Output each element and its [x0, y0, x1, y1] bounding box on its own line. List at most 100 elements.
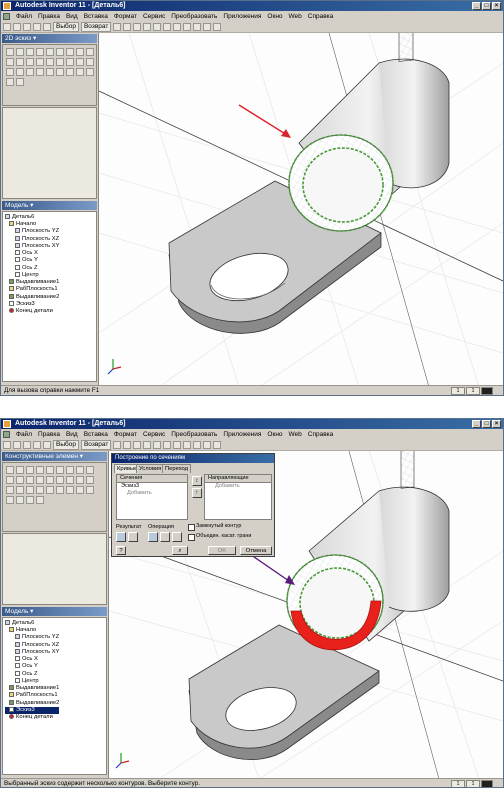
surface-result-button[interactable]	[128, 532, 138, 542]
help-icon[interactable]	[213, 22, 222, 31]
ucs-icon[interactable]	[46, 486, 54, 494]
new-icon[interactable]	[3, 22, 11, 31]
zoom-icon[interactable]	[133, 440, 142, 449]
work-point-icon[interactable]	[36, 486, 44, 494]
sections-toolbar-button[interactable]: ↑	[192, 488, 202, 498]
look-at-icon[interactable]	[173, 440, 182, 449]
rib-icon[interactable]	[46, 466, 54, 474]
menu-insert[interactable]: Вставка	[84, 13, 108, 20]
mirror-feature-icon[interactable]	[6, 486, 14, 494]
menu-format[interactable]: Формат	[114, 431, 137, 438]
sweep-icon[interactable]	[66, 466, 74, 474]
parameters-icon[interactable]	[76, 486, 84, 494]
rectangle-icon[interactable]	[36, 48, 44, 56]
sketch-profile-inner[interactable]	[302, 147, 384, 223]
insert-image-icon[interactable]	[26, 68, 34, 76]
return-button[interactable]: Возврат	[80, 21, 112, 32]
menu-format[interactable]: Формат	[114, 13, 137, 20]
rotate-icon[interactable]	[163, 22, 172, 31]
rotate-icon[interactable]	[163, 440, 172, 449]
rails-add[interactable]: Добавить	[205, 483, 271, 490]
hole-icon[interactable]	[26, 466, 34, 474]
pan-icon[interactable]	[143, 440, 152, 449]
tree-item[interactable]: Эскиз3	[5, 300, 59, 308]
replace-face-icon[interactable]	[26, 496, 34, 504]
face-draft-icon[interactable]	[26, 476, 34, 484]
trim-icon[interactable]	[36, 58, 44, 66]
table-icon[interactable]	[86, 68, 94, 76]
emboss-icon[interactable]	[76, 466, 84, 474]
menu-help[interactable]: Справка	[308, 13, 334, 20]
menu-convert[interactable]: Преобразовать	[171, 13, 217, 20]
update-icon[interactable]	[123, 22, 132, 31]
coil-icon[interactable]	[56, 476, 64, 484]
constraint-icon[interactable]	[66, 58, 74, 66]
fillet-icon[interactable]	[6, 476, 14, 484]
undo-icon[interactable]	[33, 22, 41, 31]
redo-icon[interactable]	[43, 440, 51, 449]
update-icon[interactable]	[123, 440, 132, 449]
tree-item[interactable]: Деталь6	[5, 620, 59, 627]
solid-result-button[interactable]	[116, 532, 126, 542]
tree-item[interactable]: Ось Y	[5, 663, 59, 670]
import-points-icon[interactable]	[36, 68, 44, 76]
tab-conditions[interactable]: Условия	[136, 464, 165, 473]
shadow-icon[interactable]	[193, 440, 202, 449]
new-icon[interactable]	[3, 440, 11, 449]
stitch-icon[interactable]	[36, 496, 44, 504]
picture-icon[interactable]	[6, 78, 14, 86]
menu-window[interactable]: Окно	[267, 431, 282, 438]
display-mode-icon[interactable]	[183, 440, 192, 449]
help-button[interactable]: ?	[116, 546, 126, 555]
save-icon[interactable]	[23, 440, 31, 449]
tree-item[interactable]: Центр	[5, 677, 59, 685]
work-axis-icon[interactable]	[26, 486, 34, 494]
pattern-icon[interactable]	[86, 48, 94, 56]
circular-pattern-icon[interactable]	[86, 476, 94, 484]
loft-icon[interactable]	[56, 466, 64, 474]
minimize-button[interactable]: _	[472, 420, 481, 428]
fillet-icon[interactable]	[46, 48, 54, 56]
point-icon[interactable]	[56, 48, 64, 56]
split-icon[interactable]	[36, 476, 44, 484]
zoom-icon[interactable]	[133, 22, 142, 31]
derived-icon[interactable]	[56, 486, 64, 494]
tree-item[interactable]: Конец детали	[5, 714, 59, 721]
sections-add[interactable]: Добавить	[117, 490, 187, 497]
menu-web[interactable]: Web	[289, 431, 302, 438]
finish-sketch-icon[interactable]	[16, 78, 24, 86]
close-button[interactable]: ×	[492, 2, 501, 10]
ifeature-icon[interactable]	[66, 486, 74, 494]
zoom-window-icon[interactable]	[153, 22, 162, 31]
thicken-icon[interactable]	[66, 476, 74, 484]
tree-item[interactable]: Плоскость XZ	[5, 641, 59, 649]
tree-item[interactable]: Конец детали	[5, 308, 59, 315]
menu-web[interactable]: Web	[289, 13, 302, 20]
decal-icon[interactable]	[86, 466, 94, 474]
show-constraints-icon[interactable]	[76, 58, 84, 66]
tree-item[interactable]: Выдавливание1	[5, 685, 59, 692]
tree-item[interactable]: Ось Z	[5, 670, 59, 678]
help-icon[interactable]	[213, 440, 222, 449]
menu-window[interactable]: Окно	[267, 13, 282, 20]
open-icon[interactable]	[13, 22, 21, 31]
graphics-window[interactable]: Построение по сечениям Кривые Условия Пе…	[109, 451, 503, 779]
display-mode-icon[interactable]	[183, 22, 192, 31]
menu-tools[interactable]: Сервис	[143, 13, 165, 20]
panel-bar-header[interactable]: Конструктивные элемен ▾	[2, 452, 107, 461]
text-icon[interactable]	[16, 68, 24, 76]
graphics-window[interactable]	[99, 33, 503, 387]
model-browser-header[interactable]: Модель ▾	[2, 607, 107, 616]
chart-icon[interactable]	[76, 68, 84, 76]
menu-edit[interactable]: Правка	[38, 13, 60, 20]
tree-item[interactable]: Ось Y	[5, 257, 59, 264]
save-icon[interactable]	[23, 22, 31, 31]
select-dropdown[interactable]: Выбор	[53, 439, 79, 450]
cut-operation-button[interactable]	[160, 532, 170, 542]
chamfer-icon[interactable]	[16, 476, 24, 484]
shadow-icon[interactable]	[193, 22, 202, 31]
tree-item[interactable]: Деталь6	[5, 214, 59, 221]
menu-applications[interactable]: Приложения	[223, 13, 261, 20]
open-icon[interactable]	[13, 440, 21, 449]
circle-icon[interactable]	[16, 48, 24, 56]
